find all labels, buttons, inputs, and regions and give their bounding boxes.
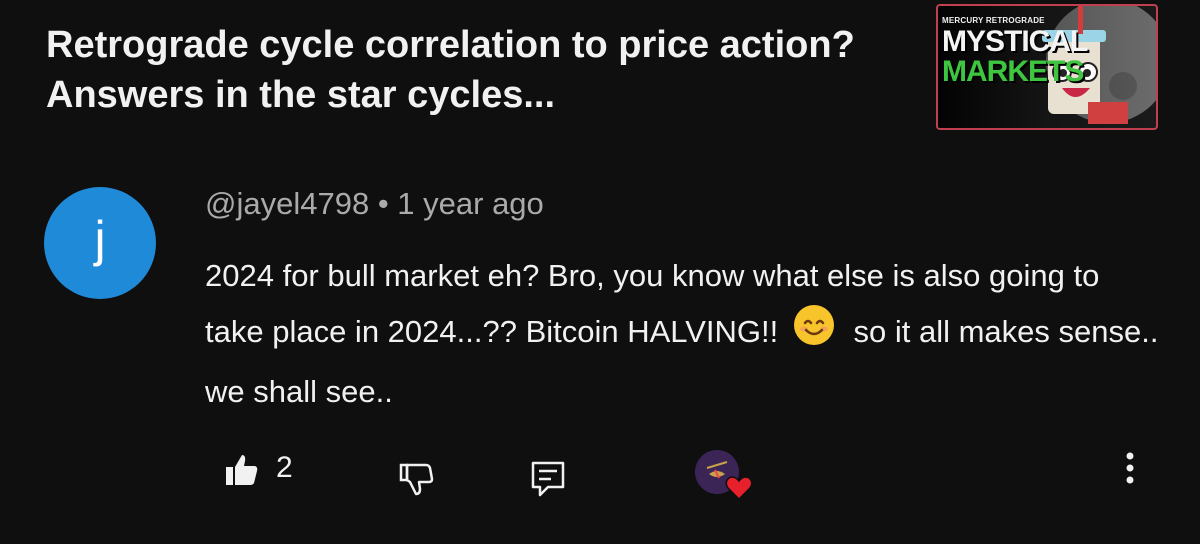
avatar-letter: j (94, 211, 106, 267)
comment-body: 2024 for bull market eh? Bro, you know w… (205, 248, 1165, 420)
thumbnail-line1: MYSTICAL (942, 25, 1088, 58)
heart-icon (725, 474, 753, 502)
video-thumbnail[interactable]: MERCURY RETROGRADE MYSTICAL MARKETS (936, 4, 1158, 130)
thumbnail-small-text: MERCURY RETROGRADE (942, 16, 1045, 25)
meta-separator: • (377, 186, 398, 221)
commenter-avatar[interactable]: j (44, 187, 156, 299)
smiling-face-icon (793, 304, 835, 364)
like-count: 2 (276, 451, 293, 484)
thumbs-up-icon[interactable] (224, 452, 260, 488)
video-title[interactable]: Retrograde cycle correlation to price ac… (46, 20, 886, 120)
thumbs-down-icon[interactable] (398, 462, 434, 498)
comment-time: 1 year ago (397, 186, 544, 221)
reply-icon[interactable] (530, 460, 566, 497)
thumbnail-line2: MARKETS (942, 55, 1084, 88)
more-vertical-icon[interactable] (1120, 450, 1140, 490)
comment-meta: @jayel4798 • 1 year ago (205, 186, 544, 222)
comment-author[interactable]: @jayel4798 (205, 186, 369, 221)
